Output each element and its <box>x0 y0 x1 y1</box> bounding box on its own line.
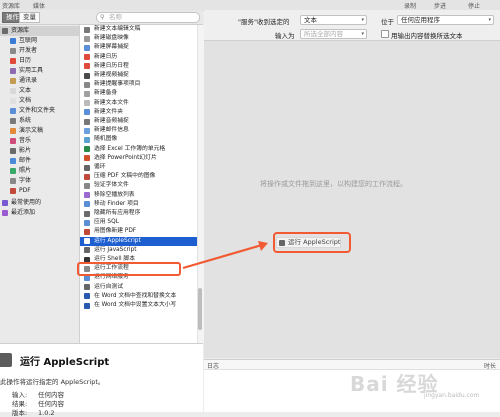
duration-label: 时长 <box>484 363 497 370</box>
log-label: 日志 <box>207 363 220 370</box>
annotation-arrow <box>182 241 268 270</box>
watermark-url: jingyan.baidu.com <box>424 392 480 399</box>
arrow-head <box>258 241 268 251</box>
arrow-line <box>182 243 263 270</box>
